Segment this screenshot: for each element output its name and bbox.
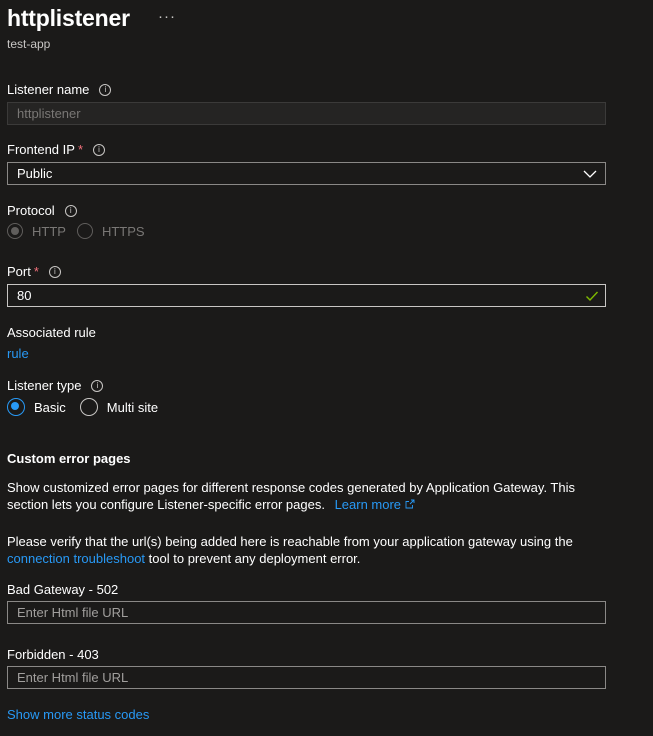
radio-icon[interactable] <box>7 398 25 416</box>
learn-more-label: Learn more <box>334 497 402 512</box>
associated-rule-link[interactable]: rule <box>7 346 29 361</box>
protocol-label: Protocol i <box>7 203 77 218</box>
forbidden-label: Forbidden - 403 <box>7 647 99 662</box>
show-more-status-codes-link[interactable]: Show more status codes <box>7 707 149 722</box>
info-icon[interactable]: i <box>48 265 61 278</box>
external-link-icon <box>405 499 415 509</box>
verify-note-post: tool to prevent any deployment error. <box>148 551 361 566</box>
checkmark-icon <box>586 291 599 302</box>
listener-name-label: Listener name i <box>7 82 112 97</box>
protocol-label-text: Protocol <box>7 203 55 218</box>
page-subtitle: test-app <box>7 37 51 51</box>
radio-icon[interactable] <box>79 398 98 416</box>
custom-error-description: Show customized error pages for differen… <box>7 479 607 513</box>
listener-type-label-text: Listener type <box>7 378 82 393</box>
verify-note-pre: Please verify that the url(s) being adde… <box>7 534 573 549</box>
listener-name-input[interactable]: httplistener <box>7 102 606 125</box>
port-value: 80 <box>17 288 32 303</box>
listener-type-option-multisite[interactable]: Multi site <box>79 398 159 416</box>
custom-error-description-text: Show customized error pages for differen… <box>7 480 575 512</box>
learn-more-link[interactable]: Learn more <box>335 497 415 512</box>
info-icon[interactable]: i <box>93 143 105 156</box>
required-asterisk: * <box>33 264 39 279</box>
frontend-ip-dropdown[interactable]: Public <box>7 162 606 185</box>
forbidden-url-input[interactable]: Enter Html file URL <box>7 666 606 689</box>
port-label-text: Port <box>7 264 31 279</box>
protocol-option-https[interactable]: HTTPS <box>76 223 145 239</box>
listener-type-option-basic[interactable]: Basic <box>7 398 66 416</box>
port-input[interactable]: 80 <box>7 284 606 307</box>
listener-type-option-label: Multi site <box>106 399 159 415</box>
frontend-ip-label-text: Frontend IP <box>7 142 75 157</box>
info-icon[interactable]: i <box>99 83 112 96</box>
bad-gateway-label: Bad Gateway - 502 <box>7 582 119 597</box>
chevron-down-icon <box>583 170 597 178</box>
frontend-ip-value: Public <box>17 166 53 181</box>
bad-gateway-url-input[interactable]: Enter Html file URL <box>7 601 606 624</box>
more-options-button[interactable]: ··· <box>158 8 176 25</box>
page-title: httplistener <box>7 5 130 31</box>
forbidden-placeholder: Enter Html file URL <box>17 670 129 685</box>
listener-name-value: httplistener <box>17 106 81 121</box>
radio-icon[interactable] <box>76 223 93 239</box>
listener-type-radio-group: Basic Multi site <box>7 398 169 416</box>
associated-rule-label: Associated rule <box>7 325 96 340</box>
protocol-option-http[interactable]: HTTP <box>7 223 66 239</box>
listener-type-option-label: Basic <box>34 399 66 415</box>
listener-name-label-text: Listener name <box>7 82 90 97</box>
radio-icon[interactable] <box>7 223 23 239</box>
protocol-radio-group: HTTP HTTPS <box>7 223 156 239</box>
verify-note: Please verify that the url(s) being adde… <box>7 533 607 567</box>
info-icon[interactable]: i <box>91 379 104 392</box>
custom-error-title: Custom error pages <box>7 451 131 466</box>
connection-troubleshoot-link[interactable]: connection troubleshoot <box>7 551 145 566</box>
protocol-option-label: HTTPS <box>101 223 145 239</box>
info-icon[interactable]: i <box>64 204 77 217</box>
bad-gateway-placeholder: Enter Html file URL <box>17 605 129 620</box>
frontend-ip-label: Frontend IP * i <box>7 142 105 157</box>
listener-type-label: Listener type i <box>7 378 104 393</box>
protocol-option-label: HTTP <box>32 223 66 239</box>
required-asterisk: * <box>77 142 83 157</box>
port-label: Port * i <box>7 264 61 279</box>
